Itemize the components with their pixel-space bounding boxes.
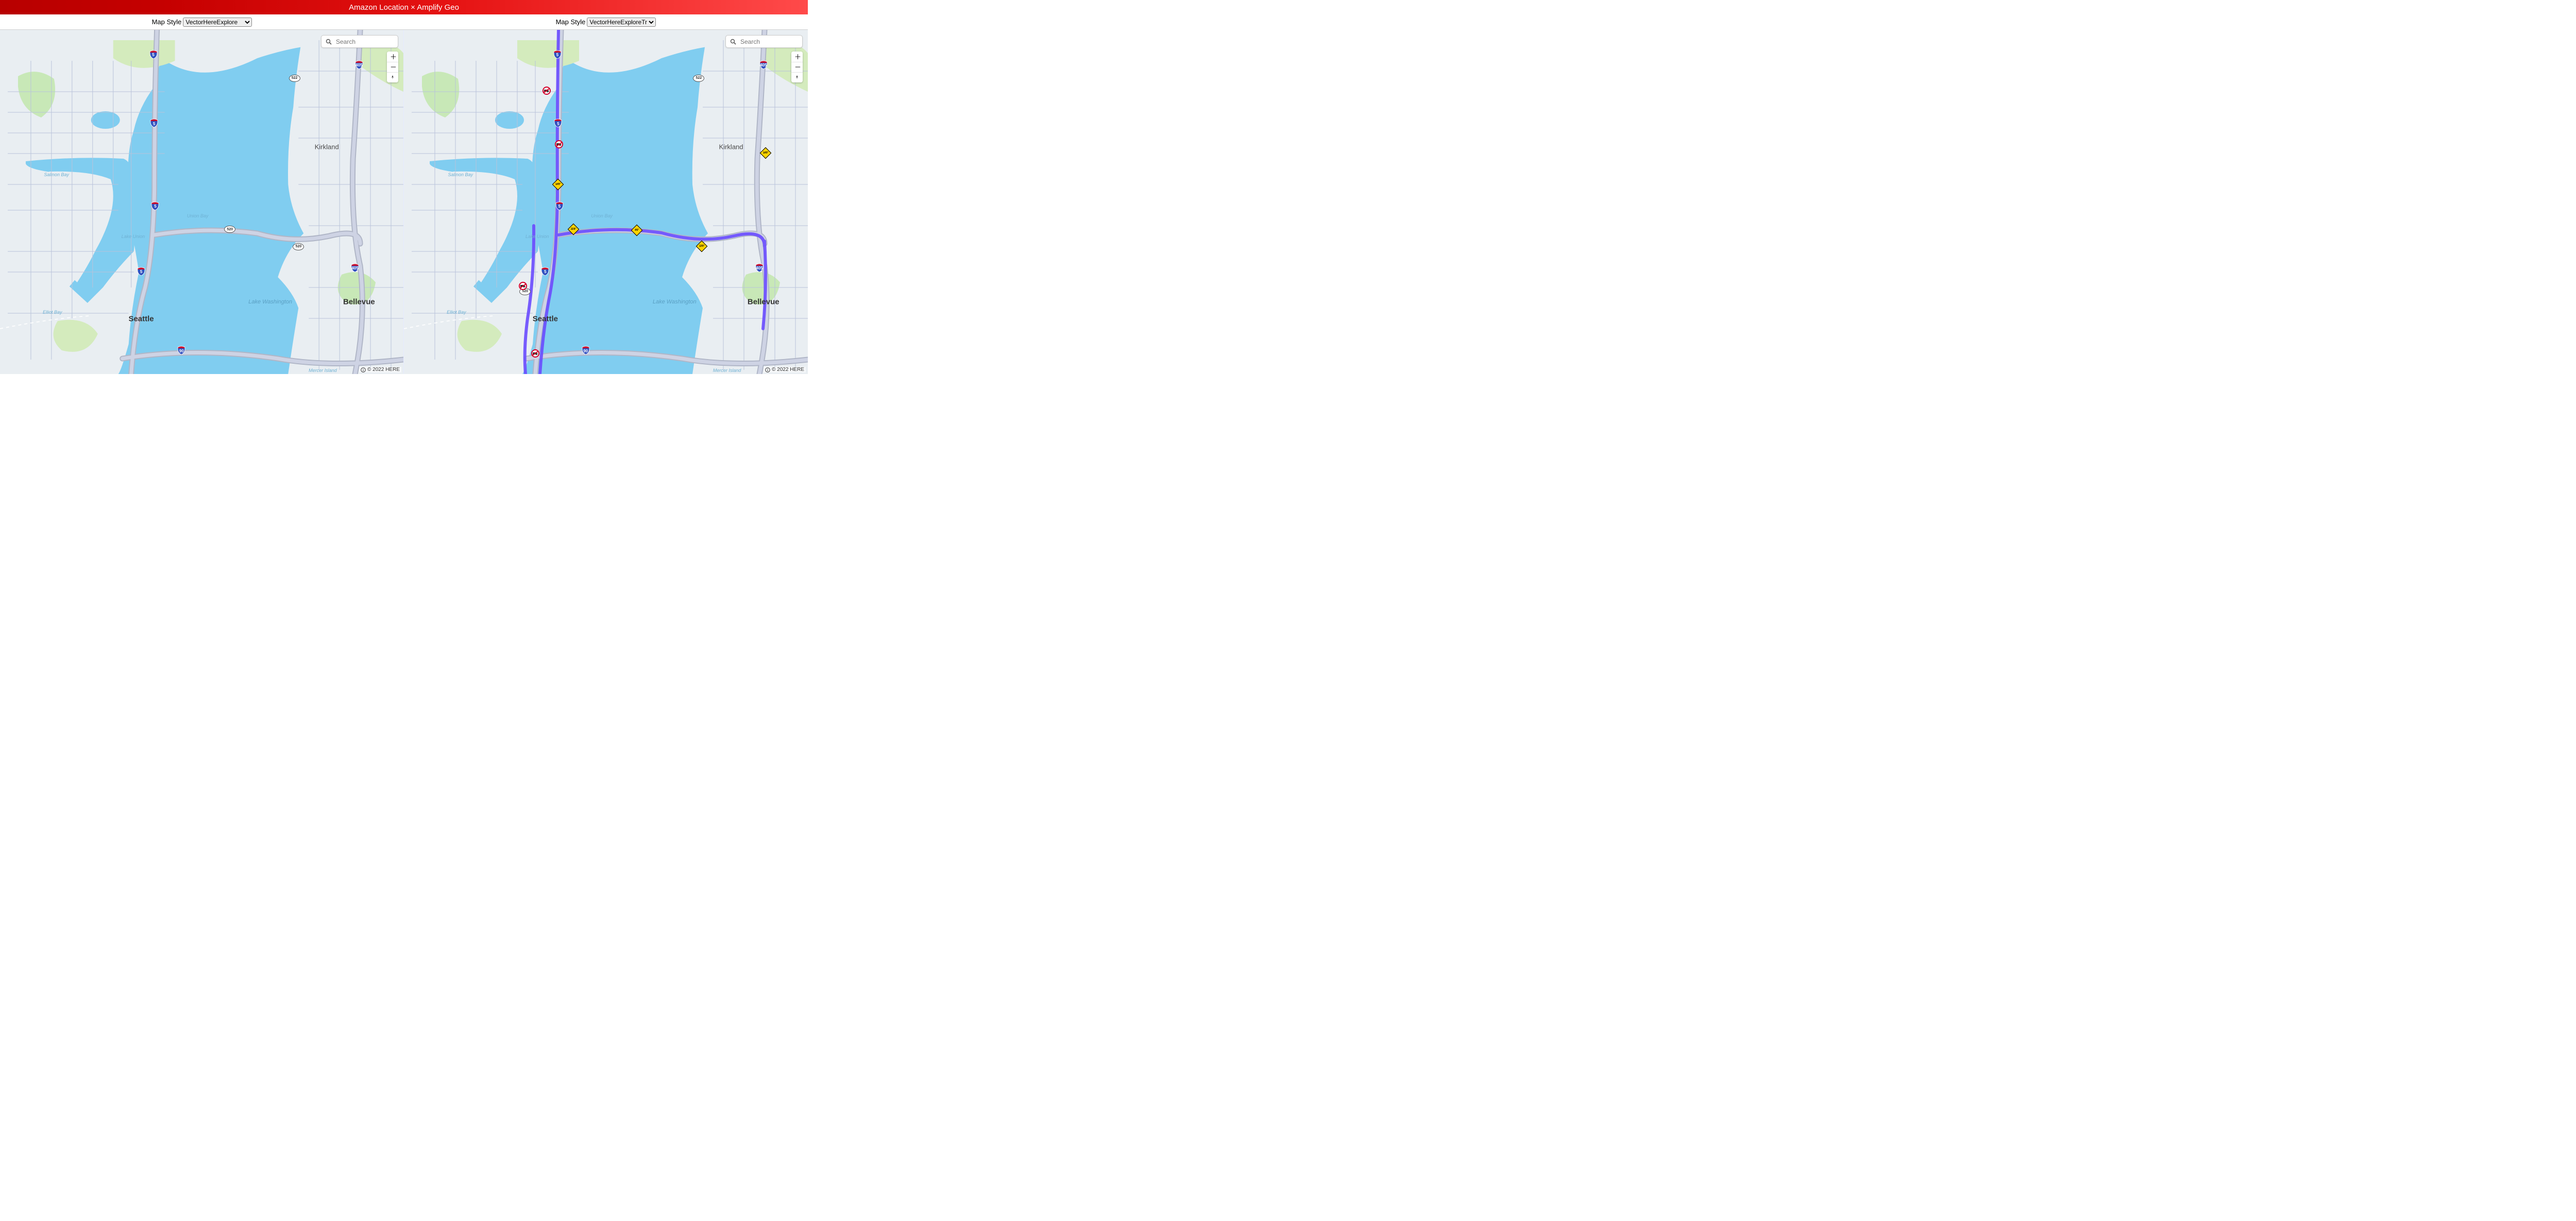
app-title: Amazon Location × Amplify Geo [349,3,459,12]
search-box [321,35,398,48]
attribution-text: © 2022 HERE [367,367,400,372]
map-canvas[interactable] [0,30,403,374]
app-banner: Amazon Location × Amplify Geo [0,0,808,14]
zoom-in-button[interactable]: ＋ [387,52,398,62]
map-canvas[interactable] [404,30,808,374]
search-box [725,35,803,48]
search-icon [730,39,736,45]
info-icon[interactable] [765,367,770,372]
compass-button[interactable] [791,72,803,82]
map-left[interactable]: 5 5 5 5 405 405 90 520 520 522 Seattle B… [0,30,404,374]
attribution: © 2022 HERE [359,367,401,372]
attribution-text: © 2022 HERE [772,367,804,372]
search-input[interactable] [739,38,798,46]
zoom-control: ＋ － [791,52,803,82]
left-style-picker: Map Style VectorHereExploreVectorHereExp… [0,14,404,29]
zoom-out-button[interactable]: － [387,62,398,72]
zoom-out-button[interactable]: － [791,62,803,72]
compass-button[interactable] [387,72,398,82]
zoom-in-button[interactable]: ＋ [791,52,803,62]
info-icon[interactable] [361,367,366,372]
map-style-select-right[interactable]: VectorHereExploreVectorHereExploreTruck [587,18,656,27]
right-style-picker: Map Style VectorHereExploreVectorHereExp… [404,14,808,29]
attribution: © 2022 HERE [764,367,806,372]
map-right[interactable]: 5 5 5 5 405 405 90 520 522 Seattle Belle… [404,30,808,374]
zoom-control: ＋ － [387,52,398,82]
style-toolbar: Map Style VectorHereExploreVectorHereExp… [0,14,808,30]
map-split: 5 5 5 5 405 405 90 520 520 522 Seattle B… [0,30,808,374]
map-style-label: Map Style [152,18,182,26]
map-style-select-left[interactable]: VectorHereExploreVectorHereExploreTruck [183,18,252,27]
map-style-label: Map Style [556,18,586,26]
search-input[interactable] [335,38,394,46]
search-icon [326,39,332,45]
